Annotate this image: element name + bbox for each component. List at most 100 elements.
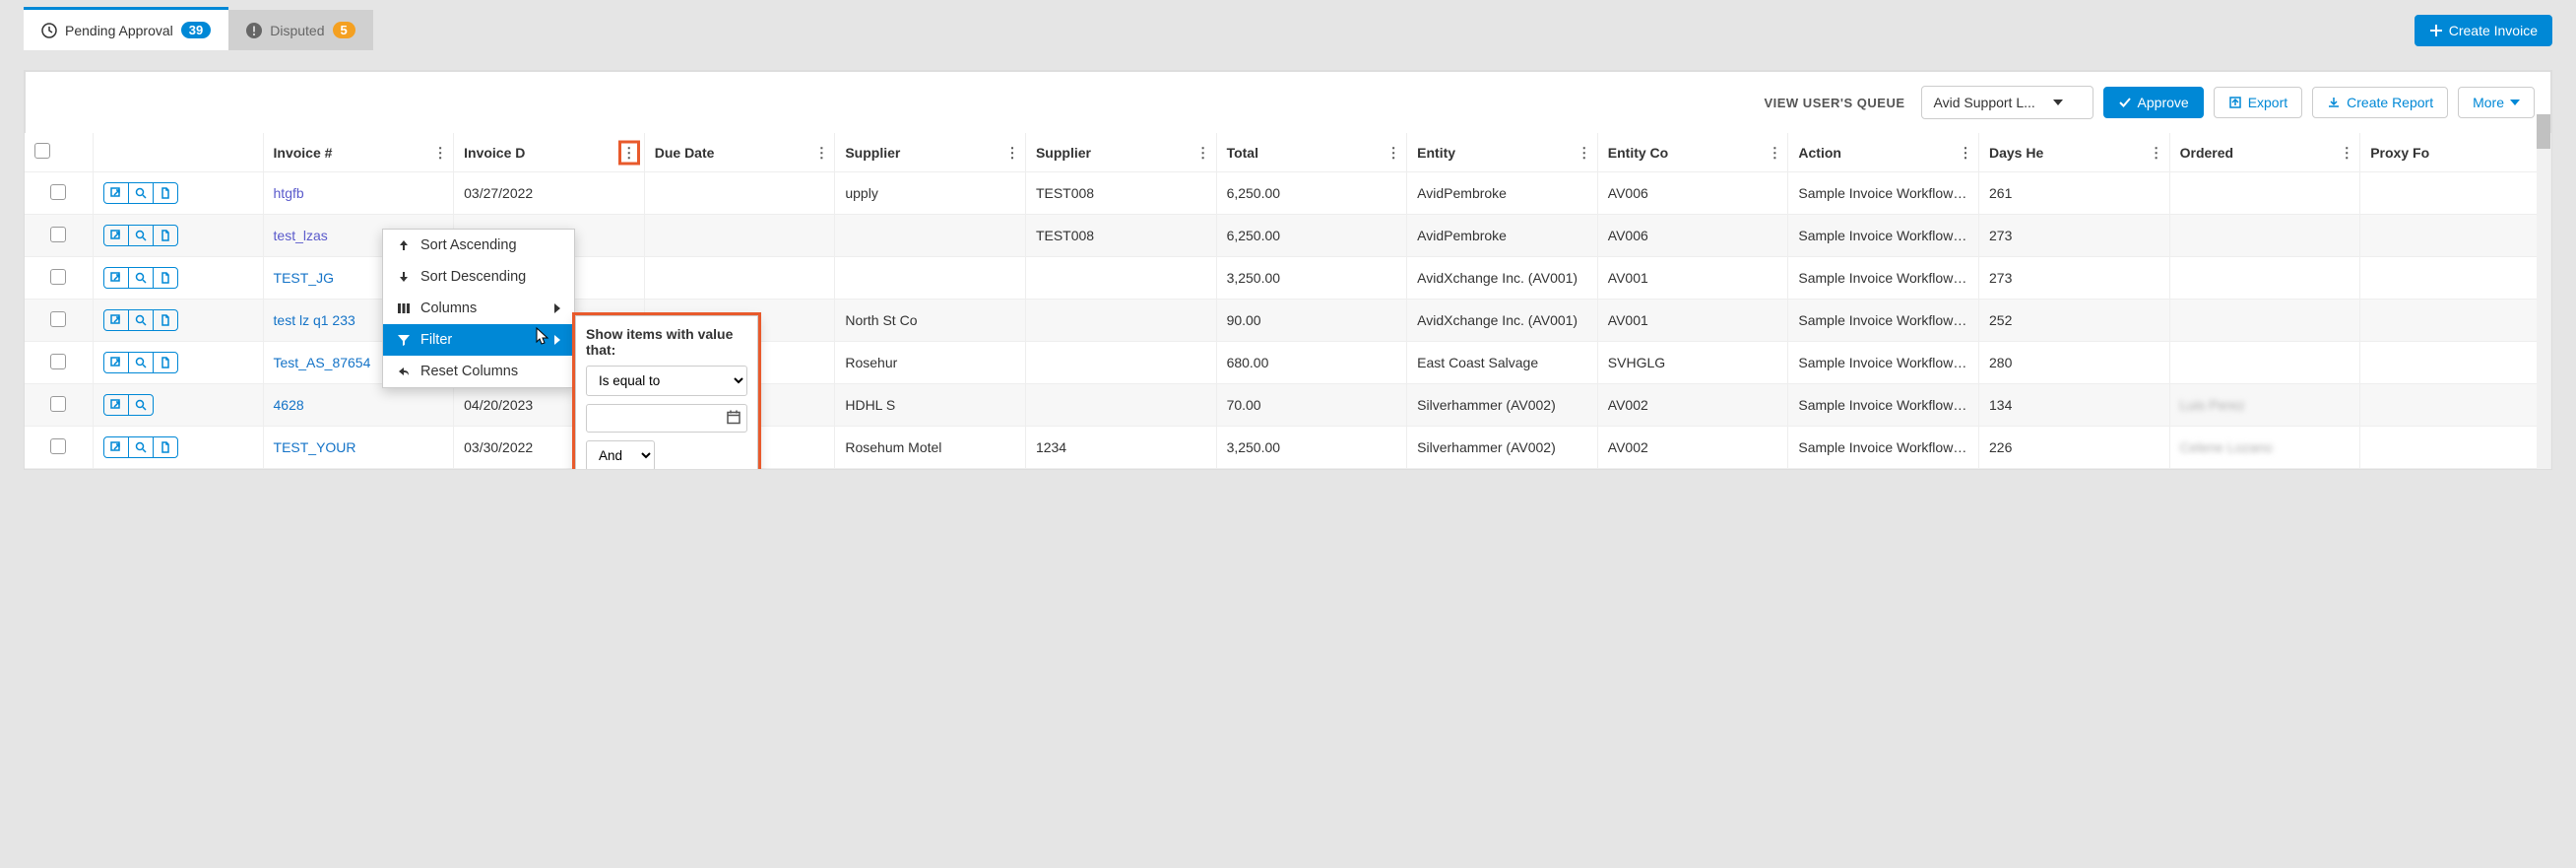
arrow-down-icon [397,270,411,284]
ordered-cell: Celene Lozano [2169,427,2360,469]
approve-button[interactable]: Approve [2103,87,2204,118]
column-header-entity-code[interactable]: Entity Co⋮ [1597,133,1788,172]
days-held-cell: 273 [1979,215,2170,257]
column-menu-icon[interactable]: ⋮ [433,144,447,161]
column-menu-icon[interactable]: ⋮ [1196,144,1210,161]
menu-reset-columns[interactable]: Reset Columns [383,356,574,387]
row-action-buttons [103,182,178,204]
user-queue-select[interactable]: Avid Support L... [1921,86,2093,119]
days-held-cell: 261 [1979,172,2170,215]
filter-logic-select[interactable]: And [586,440,655,470]
search-icon-button[interactable] [129,310,154,330]
menu-sort-descending[interactable]: Sort Descending [383,261,574,293]
menu-columns[interactable]: Columns [383,293,574,324]
entity-cell: AvidPembroke [1407,172,1598,215]
row-checkbox[interactable] [50,184,66,200]
table-row: TEST_YOUR 03/30/2022 03/30/2022 Rosehum … [25,427,2551,469]
open-icon-button[interactable] [104,268,129,288]
document-icon-button[interactable] [154,183,177,203]
search-icon-button[interactable] [129,395,153,415]
open-icon-button[interactable] [104,226,129,245]
search-icon-button[interactable] [129,268,154,288]
tab-disputed[interactable]: Disputed 5 [228,10,373,50]
filter-operator-1-select[interactable]: Is equal to [586,366,747,396]
row-checkbox[interactable] [50,227,66,242]
open-icon-button[interactable] [104,437,129,457]
menu-sort-ascending[interactable]: Sort Ascending [383,230,574,261]
column-header-invoice-num[interactable]: Invoice #⋮ [263,133,454,172]
due-date-cell [644,172,835,215]
proxy-for-cell [2360,384,2551,427]
row-checkbox[interactable] [50,396,66,412]
column-menu-icon[interactable]: ⋮ [1578,144,1591,161]
supplier-code-cell [1025,384,1216,427]
row-checkbox[interactable] [50,269,66,285]
column-menu-icon[interactable]: ⋮ [1386,144,1400,161]
row-checkbox[interactable] [50,438,66,454]
row-checkbox[interactable] [50,354,66,369]
select-all-checkbox[interactable] [34,143,50,159]
open-icon-button[interactable] [104,395,129,415]
invoice-number-link[interactable]: 4628 [274,397,304,413]
document-icon-button[interactable] [154,353,177,372]
search-icon-button[interactable] [129,353,154,372]
ordered-cell: Luis Perez [2169,384,2360,427]
export-button[interactable]: Export [2214,87,2302,118]
invoice-number-link[interactable]: htgfb [274,185,304,201]
supplier-name-cell: Rosehum Motel [835,427,1026,469]
open-icon-button[interactable] [104,353,129,372]
calendar-icon[interactable] [726,409,741,428]
total-cell: 6,250.00 [1216,172,1407,215]
reset-icon [397,365,411,378]
more-button[interactable]: More [2458,87,2535,118]
action-cell: Sample Invoice Workflow Step 1 [1788,172,1979,215]
supplier-code-cell [1025,257,1216,300]
row-action-buttons [103,394,154,416]
open-icon-button[interactable] [104,183,129,203]
menu-label: Sort Ascending [420,237,517,253]
create-report-button[interactable]: Create Report [2312,87,2448,118]
document-icon-button[interactable] [154,437,177,457]
tab-pending-approval[interactable]: Pending Approval 39 [24,10,228,50]
column-header-total[interactable]: Total⋮ [1216,133,1407,172]
table-action-bar: VIEW USER'S QUEUE Avid Support L... Appr… [25,71,2551,133]
search-icon-button[interactable] [129,183,154,203]
column-header-invoice-date[interactable]: Invoice D⋮ [454,133,645,172]
column-menu-icon[interactable]: ⋮ [1959,144,1972,161]
column-menu-icon[interactable]: ⋮ [620,142,638,163]
row-checkbox[interactable] [50,311,66,327]
open-icon-button[interactable] [104,310,129,330]
invoice-number-link[interactable]: test_lzas [274,228,328,243]
column-header-supplier-code[interactable]: Supplier⋮ [1025,133,1216,172]
document-icon-button[interactable] [154,310,177,330]
column-header-action[interactable]: Action⋮ [1788,133,1979,172]
invoice-number-link[interactable]: Test_AS_87654 [274,355,371,370]
column-header-proxy-for[interactable]: Proxy Fo⋮ [2360,133,2551,172]
column-menu-icon[interactable]: ⋮ [1768,144,1781,161]
document-icon-button[interactable] [154,268,177,288]
invoice-number-link[interactable]: TEST_JG [274,270,334,286]
column-header-ordered[interactable]: Ordered⋮ [2169,133,2360,172]
column-header-supplier-name[interactable]: Supplier⋮ [835,133,1026,172]
supplier-code-cell: TEST008 [1025,172,1216,215]
invoice-number-link[interactable]: TEST_YOUR [274,439,356,455]
document-icon-button[interactable] [154,226,177,245]
search-icon-button[interactable] [129,437,154,457]
column-menu-icon[interactable]: ⋮ [2150,144,2163,161]
column-menu-icon[interactable]: ⋮ [814,144,828,161]
supplier-code-cell: TEST008 [1025,215,1216,257]
column-menu-icon[interactable]: ⋮ [1005,144,1019,161]
filter-value-1-input[interactable] [586,404,747,433]
invoice-number-link[interactable]: test lz q1 233 [274,312,355,328]
menu-filter[interactable]: Filter [383,324,574,356]
column-header-due-date[interactable]: Due Date⋮ [644,133,835,172]
vertical-scrollbar[interactable] [2537,114,2550,469]
tab-bar: Pending Approval 39 Disputed 5 [24,10,373,50]
column-header-entity[interactable]: Entity⋮ [1407,133,1598,172]
caret-down-icon [2510,100,2520,105]
column-menu-icon[interactable]: ⋮ [2340,144,2353,161]
column-header-days-held[interactable]: Days He⋮ [1979,133,2170,172]
create-invoice-button[interactable]: Create Invoice [2415,15,2552,46]
action-cell: Sample Invoice Workflow Step 1 [1788,215,1979,257]
search-icon-button[interactable] [129,226,154,245]
